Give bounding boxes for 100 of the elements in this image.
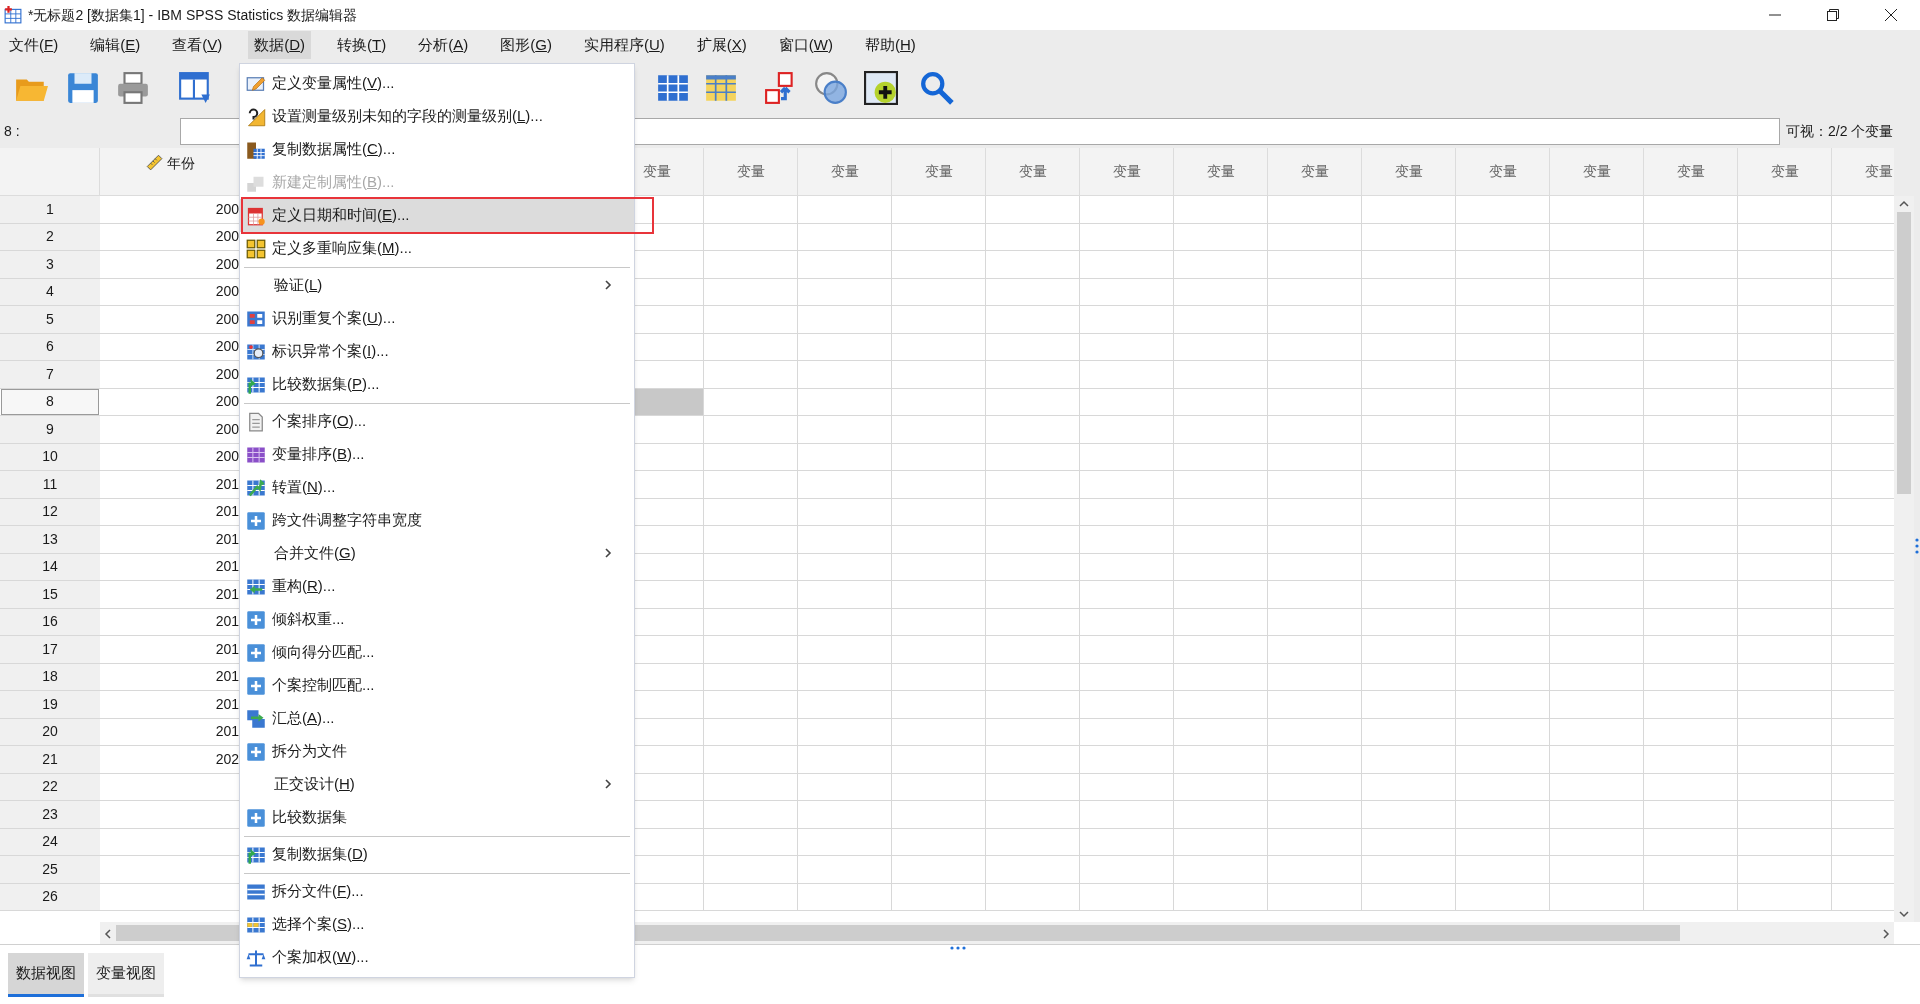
scroll-thumb[interactable] — [1897, 212, 1911, 494]
column-header: 变量 — [1394, 162, 1423, 181]
menu-item[interactable]: 复制数据集(D) — [240, 838, 634, 871]
splitter-handle-icon[interactable] — [950, 946, 966, 950]
table-cell-text: 201 — [215, 502, 239, 522]
table-cell-text: 201 — [215, 474, 239, 494]
row-number[interactable]: 8 — [1, 388, 99, 415]
menu-item[interactable]: 识别重复个案(U)... — [240, 302, 634, 335]
row-number[interactable]: 23 — [0, 801, 100, 828]
menu-bar-item[interactable]: 编辑(E) — [84, 31, 147, 59]
circles-icon[interactable] — [814, 70, 848, 105]
menu-item[interactable]: 个案排序(O)... — [240, 405, 634, 438]
plus-icon — [246, 642, 266, 663]
menu-bar-item[interactable]: 数据(D) — [248, 31, 312, 59]
menu-item[interactable]: 倾斜权重... — [240, 603, 634, 636]
menu-bar-item[interactable]: 扩展(X) — [690, 31, 753, 59]
menu-item[interactable]: 正交设计(H) — [240, 768, 634, 801]
data-view-icon[interactable] — [178, 70, 212, 105]
menu-item[interactable]: 合并文件(G) — [240, 537, 634, 570]
menu-item[interactable]: 定义变量属性(V)... — [240, 67, 634, 100]
row-number[interactable]: 18 — [0, 663, 100, 690]
row-number[interactable]: 4 — [0, 278, 100, 305]
row-number[interactable]: 22 — [0, 773, 100, 800]
row-number[interactable]: 15 — [0, 581, 100, 608]
table-cell-text: 200 — [215, 254, 239, 274]
plus-icon — [246, 675, 266, 696]
visible-count: 可视：2/2 个变量 — [1785, 122, 1894, 141]
save-icon[interactable] — [66, 70, 100, 105]
table-arrow-icon — [246, 477, 266, 498]
menu-item[interactable]: 拆分为文件 — [240, 735, 634, 768]
column-header: 变量 — [1112, 162, 1141, 181]
row-number[interactable]: 7 — [0, 361, 100, 388]
row-number[interactable]: 6 — [0, 333, 100, 360]
menu-item[interactable]: 倾向得分匹配... — [240, 636, 634, 669]
menu-bar-item[interactable]: 窗口(W) — [772, 31, 839, 59]
print-icon[interactable] — [116, 70, 150, 105]
restore-icon — [1827, 9, 1839, 21]
menu-item[interactable]: 汇总(A)... — [240, 702, 634, 735]
menu-bar-item[interactable]: 实用程序(U) — [577, 31, 671, 59]
table-cell-text: 201 — [215, 557, 239, 577]
table-cell-text: 200 — [215, 419, 239, 439]
menu-item[interactable]: 选择个案(S)... — [240, 908, 634, 941]
row-number[interactable]: 21 — [0, 746, 100, 773]
column-header: 变量 — [1770, 162, 1799, 181]
menu-item[interactable]: 个案控制匹配... — [240, 669, 634, 702]
row-number[interactable]: 9 — [0, 416, 100, 443]
row-number[interactable]: 25 — [0, 856, 100, 883]
scroll-left-icon[interactable] — [104, 929, 112, 939]
menu-item[interactable]: 复制数据属性(C)... — [240, 133, 634, 166]
scroll-up-icon[interactable] — [1898, 200, 1910, 208]
menu-item[interactable]: 验证(L) — [240, 269, 634, 302]
scroll-right-icon[interactable] — [1882, 929, 1890, 939]
scroll-down-icon[interactable] — [1898, 910, 1910, 918]
row-number[interactable]: 24 — [0, 828, 100, 855]
row-number[interactable]: 12 — [0, 498, 100, 525]
row-number[interactable]: 10 — [0, 443, 100, 470]
row-number[interactable]: 3 — [0, 251, 100, 278]
row-number[interactable]: 20 — [0, 718, 100, 745]
add-icon[interactable] — [864, 70, 898, 105]
menu-item[interactable]: 个案加权(W)... — [240, 941, 634, 974]
menu-item[interactable]: 变量排序(B)... — [240, 438, 634, 471]
table-cell-text: 200 — [215, 227, 239, 247]
menu-item[interactable]: 跨文件调整字符串宽度 — [240, 504, 634, 537]
menu-bar-item[interactable]: 转换(T) — [331, 31, 393, 59]
menu-item[interactable]: 定义日期和时间(E)... — [240, 199, 634, 232]
menu-bar-item[interactable]: 分析(A) — [412, 31, 475, 59]
splitter-handle-icon[interactable] — [1915, 538, 1919, 554]
menu-bar-item[interactable]: 图形(G) — [494, 31, 558, 59]
menu-item[interactable]: 定义多重响应集(M)... — [240, 232, 634, 265]
menu-item[interactable]: 重构(R)... — [240, 570, 634, 603]
vertical-scrollbar[interactable] — [1894, 196, 1914, 922]
table-arrow-icon — [246, 708, 266, 729]
menu-item[interactable]: 比较数据集(P)... — [240, 368, 634, 401]
menu-item[interactable]: 设置测量级别未知的字段的测量级别(L)... — [240, 100, 634, 133]
row-number[interactable]: 1 — [0, 196, 100, 223]
row-number[interactable]: 19 — [0, 691, 100, 718]
row-number[interactable]: 14 — [0, 553, 100, 580]
column-header: 变量 — [1676, 162, 1705, 181]
menu-item[interactable]: 标识异常个案(I)... — [240, 335, 634, 368]
column-header: 变量 — [642, 162, 671, 181]
ruler-icon — [144, 153, 163, 171]
menu-item[interactable]: 拆分文件(F)... — [240, 875, 634, 908]
row-number[interactable]: 11 — [0, 471, 100, 498]
column-header: 变量 — [1582, 162, 1611, 181]
row-number[interactable]: 5 — [0, 306, 100, 333]
menu-item[interactable]: 比较数据集 — [240, 801, 634, 834]
menu-item[interactable]: 转置(N)... — [240, 471, 634, 504]
search-icon[interactable] — [920, 70, 954, 105]
view-tab[interactable]: 变量视图 — [88, 953, 164, 997]
menu-bar-item[interactable]: 查看(V) — [166, 31, 229, 59]
row-number[interactable]: 2 — [0, 223, 100, 250]
plus-icon — [246, 510, 266, 531]
row-number[interactable]: 16 — [0, 608, 100, 635]
row-number[interactable]: 26 — [0, 883, 100, 910]
row-number[interactable]: 13 — [0, 526, 100, 553]
menu-bar-item[interactable]: 文件(F) — [3, 31, 65, 59]
app-icon — [4, 6, 22, 24]
row-number[interactable]: 17 — [0, 636, 100, 663]
view-tab[interactable]: 数据视图 — [8, 953, 84, 997]
menu-bar-item[interactable]: 帮助(H) — [858, 31, 922, 59]
